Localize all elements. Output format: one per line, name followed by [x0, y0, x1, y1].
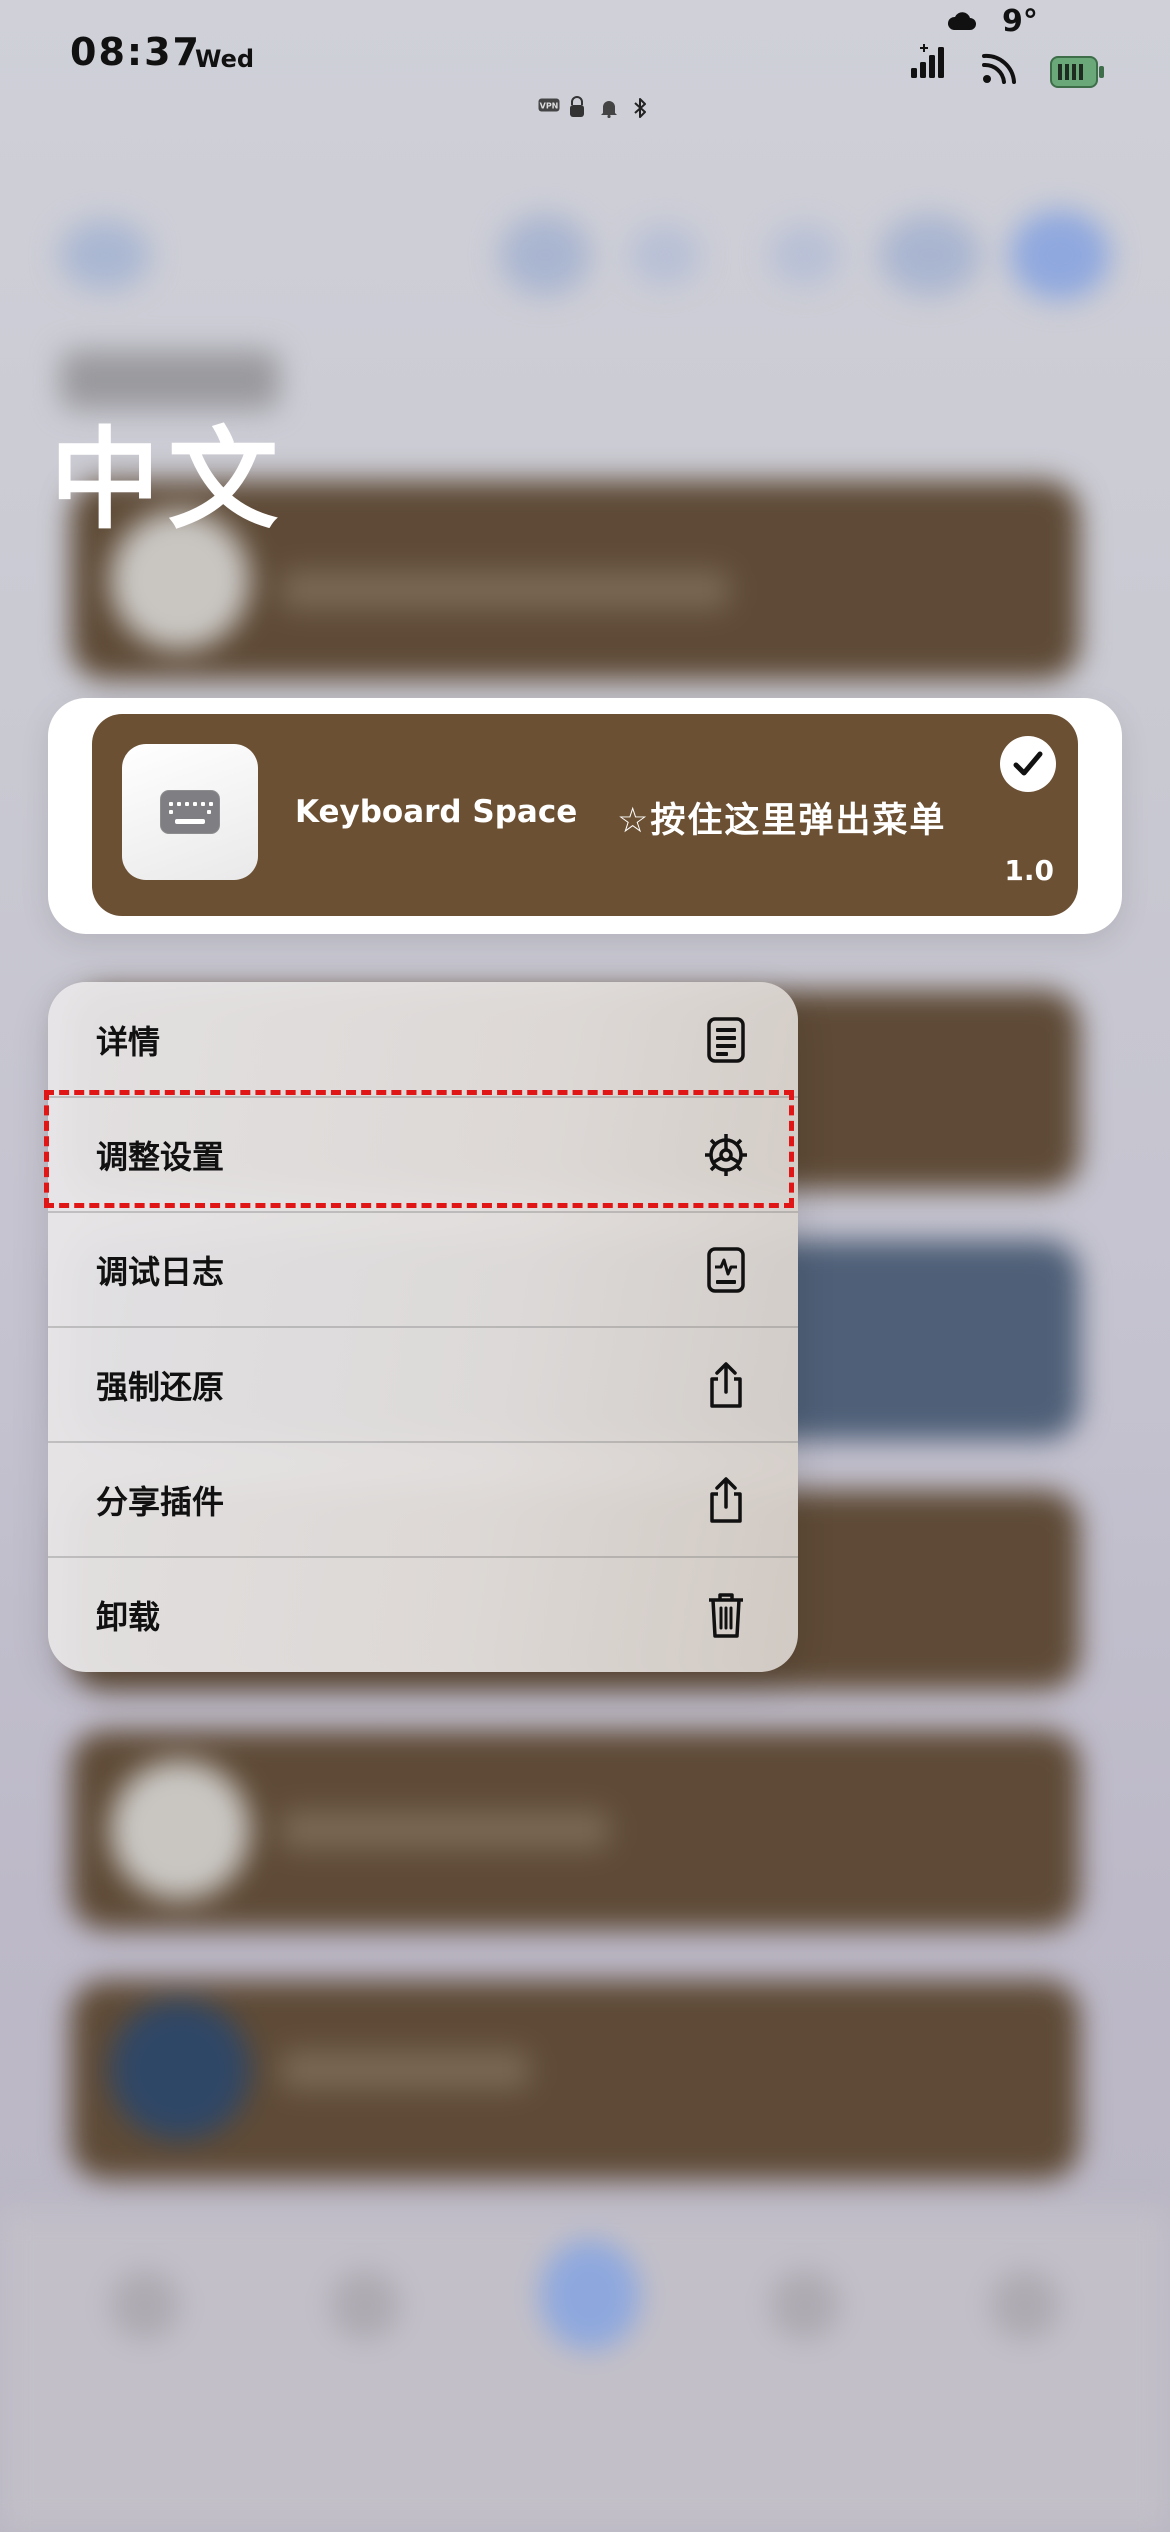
- vpn-label: VPN: [540, 102, 559, 111]
- menu-item-label: 分享插件: [96, 1482, 225, 1521]
- battery-icon: [1050, 56, 1104, 88]
- lock-icon: [570, 96, 584, 117]
- menu-item-label: 卸载: [96, 1597, 161, 1636]
- menu-item-label: 强制还原: [96, 1367, 225, 1406]
- status-time: 08:37: [70, 30, 201, 74]
- context-menu: 详情 调整设置 调试日志 强制还原 分享插件 卸载: [48, 982, 798, 1672]
- share-icon: [702, 1476, 750, 1524]
- status-day: Wed: [195, 45, 255, 73]
- keyboard-icon: [160, 790, 220, 834]
- plugin-version: 1.0: [1004, 854, 1054, 887]
- plugin-hint: ☆按住这里弹出菜单: [617, 801, 947, 841]
- log-icon: [702, 1246, 750, 1294]
- menu-item-label: 调整设置: [96, 1137, 225, 1176]
- plugin-card-frame: Keyboard Space ☆按住这里弹出菜单 1.0: [48, 698, 1122, 934]
- plugin-name: Keyboard Space: [295, 794, 578, 830]
- bell-icon: [601, 101, 617, 118]
- share-icon: [702, 1361, 750, 1409]
- page-title: 中文: [50, 416, 286, 544]
- menu-item-details[interactable]: 详情: [48, 982, 798, 1097]
- cloud-icon: [947, 12, 976, 30]
- cellular-signal-icon: [911, 44, 944, 78]
- menu-item-share-plugin[interactable]: 分享插件: [48, 1442, 798, 1557]
- plugin-card[interactable]: Keyboard Space ☆按住这里弹出菜单 1.0: [92, 714, 1078, 916]
- vpn-icon: VPN: [538, 98, 560, 112]
- gear-icon: [702, 1131, 750, 1179]
- menu-item-force-restore[interactable]: 强制还原: [48, 1327, 798, 1442]
- menu-item-adjust-settings[interactable]: 调整设置: [48, 1097, 798, 1212]
- wifi-icon: [982, 53, 1016, 84]
- enabled-checkmark-icon[interactable]: [1000, 736, 1056, 792]
- menu-item-debug-log[interactable]: 调试日志: [48, 1212, 798, 1327]
- trash-icon: [702, 1591, 750, 1639]
- menu-item-uninstall[interactable]: 卸载: [48, 1557, 798, 1672]
- plugin-icon: [122, 744, 258, 880]
- menu-item-label: 调试日志: [96, 1252, 225, 1291]
- menu-item-label: 详情: [96, 1022, 161, 1061]
- status-temperature: 9°: [1002, 4, 1038, 39]
- bluetooth-icon: [634, 98, 646, 118]
- document-icon: [702, 1016, 750, 1064]
